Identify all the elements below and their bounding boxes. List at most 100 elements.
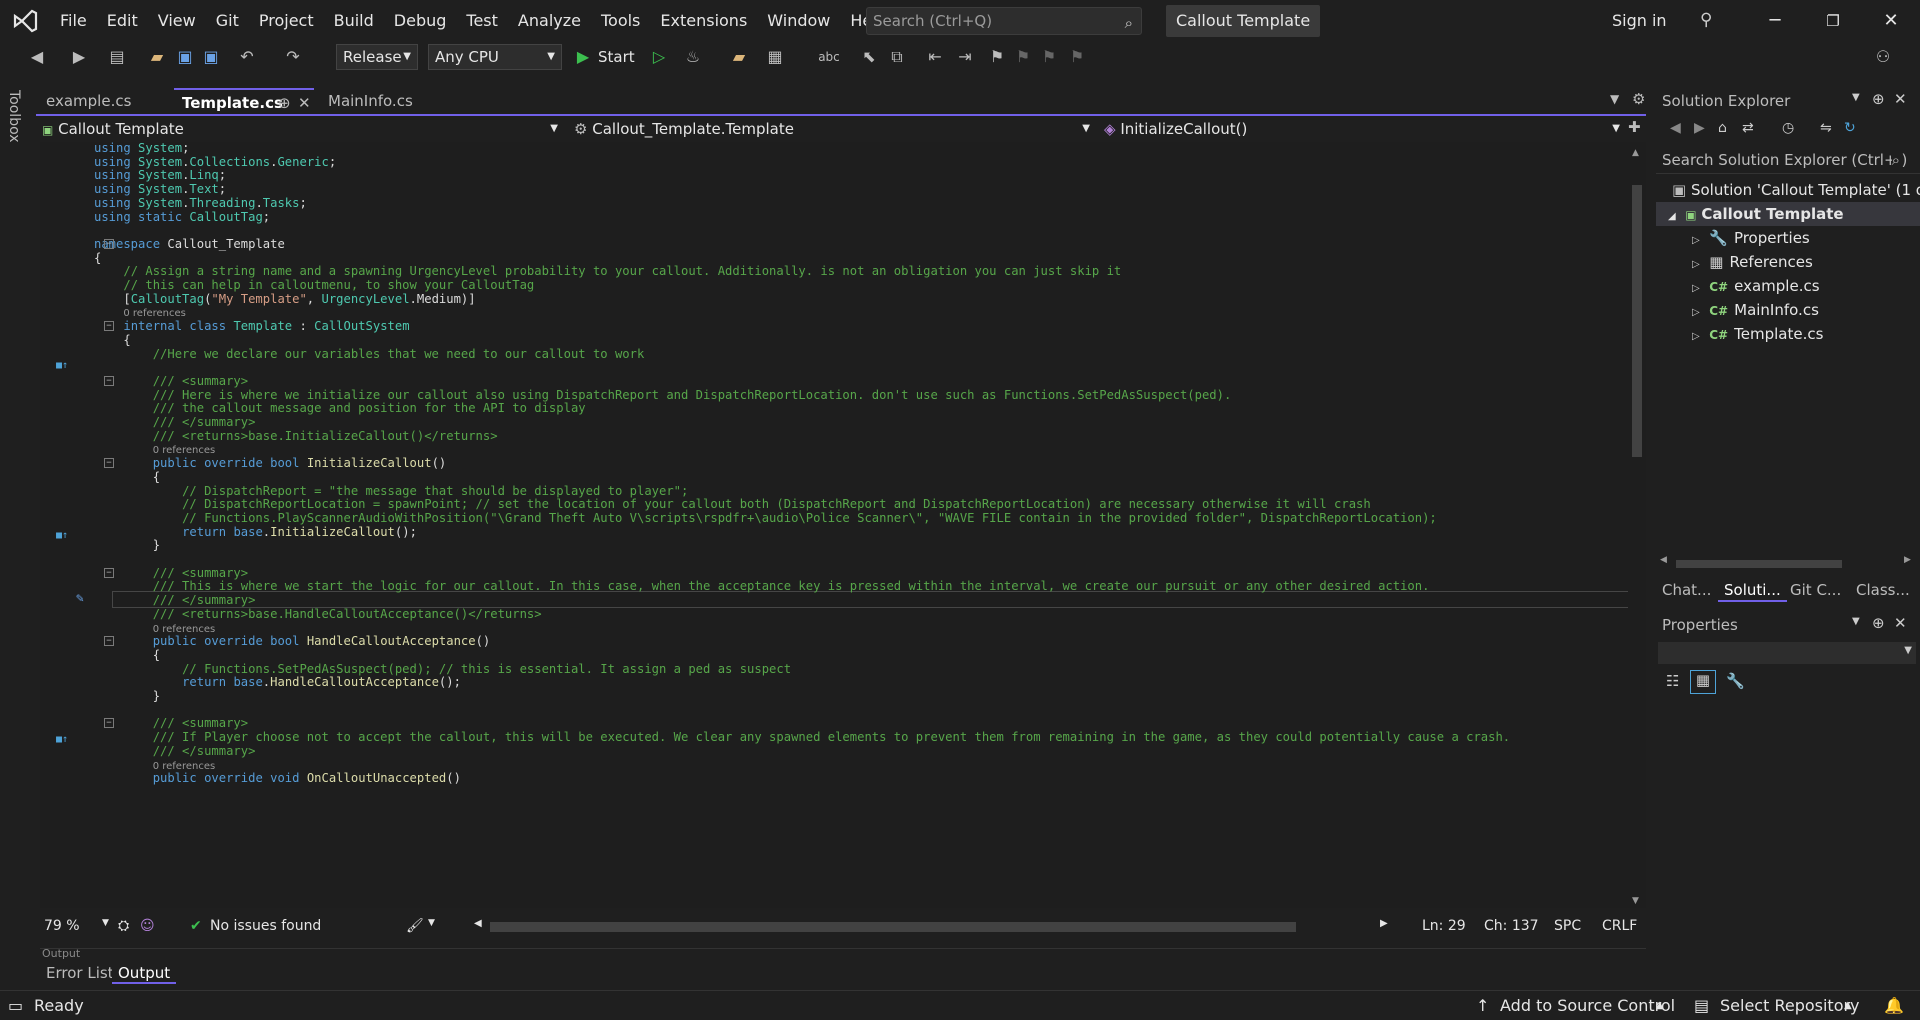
pin-icon[interactable]: ⊕	[1872, 614, 1885, 632]
live-share-icon[interactable]: ⚇	[1872, 46, 1894, 68]
implementation-marker-icon[interactable]: ■↑	[56, 734, 68, 745]
bookmark-icon[interactable]: ⚑	[986, 46, 1008, 68]
undo-icon[interactable]: ↶	[236, 46, 258, 68]
collapse-region-icon[interactable]: −	[104, 458, 114, 469]
solution-item-example-cs[interactable]: ▷ C# example.cs	[1692, 274, 1820, 298]
configuration-combo[interactable]: Release ▼	[336, 44, 418, 70]
code-cleanup-icon[interactable]: ⛭	[118, 918, 129, 934]
solution-item-maininfo-cs[interactable]: ▷ C# MainInfo.cs	[1692, 298, 1819, 322]
tab-output[interactable]: Output	[112, 962, 177, 984]
redo-icon[interactable]: ↷	[282, 46, 304, 68]
restore-button[interactable]: ❐	[1810, 0, 1856, 42]
chevron-down-icon[interactable]: ▼	[102, 918, 109, 928]
object-selector[interactable]: ▼	[1658, 642, 1916, 664]
forward-icon[interactable]: ▶	[1694, 120, 1705, 136]
refresh-icon[interactable]: ↻	[1844, 120, 1856, 136]
close-panel-icon[interactable]: ✕	[1894, 614, 1907, 632]
member-dropdown[interactable]: ◈ InitializeCallout() ▼	[1104, 117, 1624, 141]
solution-item-properties[interactable]: ▷ 🔧 Properties	[1692, 226, 1810, 250]
se-horizontal-scrollbar[interactable]: ◀ ▶	[1660, 555, 1916, 570]
back-icon[interactable]: ◀	[1670, 120, 1681, 136]
next-bookmark-icon[interactable]: ⚑	[1038, 46, 1060, 68]
toolbox-strip[interactable]: Toolbox	[0, 86, 30, 986]
menu-project[interactable]: Project	[249, 0, 324, 42]
layout-icon[interactable]: ▦	[764, 46, 786, 68]
collapse-region-icon[interactable]: −	[104, 636, 114, 647]
code-editor[interactable]: using System; using System.Collections.Ge…	[40, 142, 1628, 908]
panel-tab-0[interactable]: Chat...	[1656, 578, 1717, 602]
spell-check-icon[interactable]: abc	[818, 46, 840, 68]
menu-edit[interactable]: Edit	[97, 0, 148, 42]
menu-tools[interactable]: Tools	[591, 0, 650, 42]
hot-reload-icon[interactable]: ♨	[682, 46, 704, 68]
expanded-arrow-icon[interactable]: ◢	[1668, 211, 1676, 222]
new-project-icon[interactable]: ▤	[106, 46, 128, 68]
tab-list-dropdown-icon[interactable]: ▼	[1610, 92, 1619, 106]
solution-node[interactable]: ▣ Solution 'Callout Template' (1 of 1 pr…	[1672, 178, 1920, 202]
open-folder-icon[interactable]: ▰	[146, 46, 168, 68]
chevron-up-icon[interactable]: ▲	[1844, 1000, 1852, 1011]
type-dropdown[interactable]: ⚙ Callout_Template.Template ▼	[574, 117, 1094, 141]
scroll-down-icon[interactable]: ▼	[1632, 896, 1639, 906]
collapsed-arrow-icon[interactable]: ▷	[1692, 331, 1700, 342]
split-editor-icon[interactable]: ✚	[1628, 118, 1641, 136]
horizontal-scrollbar-thumb[interactable]	[490, 922, 1296, 932]
implementation-marker-icon[interactable]: ■↑	[56, 360, 68, 371]
start-play-icon[interactable]: ▶	[572, 46, 594, 68]
menu-debug[interactable]: Debug	[384, 0, 457, 42]
sync-icon[interactable]: ⇋	[1820, 120, 1832, 136]
menu-extensions[interactable]: Extensions	[650, 0, 757, 42]
collapse-region-icon[interactable]: −	[104, 238, 114, 249]
solution-item-template-cs[interactable]: ▷ C# Template.cs	[1692, 322, 1823, 346]
tab-example-cs[interactable]: example.cs	[38, 88, 139, 114]
scroll-right-icon[interactable]: ▶	[1380, 918, 1388, 929]
brush-icon[interactable]: 🖌	[406, 918, 424, 934]
tab-maininfo-cs[interactable]: MainInfo.cs	[320, 88, 421, 114]
chevron-down-icon[interactable]: ▼	[1852, 92, 1860, 103]
settings-icon[interactable]: ⚙	[1632, 90, 1645, 108]
menu-file[interactable]: File	[50, 0, 97, 42]
collapse-region-icon[interactable]: −	[104, 567, 114, 578]
menu-window[interactable]: Window	[757, 0, 840, 42]
zoom-level[interactable]: 79 %	[44, 918, 80, 934]
previous-bookmark-icon[interactable]: ⚑	[1012, 46, 1034, 68]
navigate-back-icon[interactable]: ◀	[26, 46, 48, 68]
scroll-up-icon[interactable]: ▲	[1632, 148, 1639, 158]
scroll-left-icon[interactable]: ◀	[474, 918, 482, 929]
pin-icon[interactable]: ⊕	[278, 90, 291, 116]
chevron-up-icon[interactable]: ▲	[1656, 1000, 1664, 1011]
pin-icon[interactable]: ⊕	[1872, 90, 1885, 108]
navigate-forward-icon[interactable]: ▶	[68, 46, 90, 68]
add-to-source-control-button[interactable]: Add to Source Control	[1500, 996, 1675, 1015]
copilot-icon[interactable]: ☺	[140, 918, 155, 934]
line-ending[interactable]: CRLF	[1602, 918, 1637, 934]
issues-status[interactable]: No issues found	[210, 918, 321, 934]
menu-view[interactable]: View	[148, 0, 206, 42]
project-node[interactable]: ◢ ▣ Callout Template	[1656, 202, 1920, 226]
menu-test[interactable]: Test	[456, 0, 508, 42]
quick-actions-brush-icon[interactable]: ✎	[76, 591, 84, 606]
chevron-down-icon[interactable]: ▼	[1852, 616, 1860, 627]
sign-in-link[interactable]: Sign in	[1612, 0, 1667, 42]
column-number[interactable]: Ch: 137	[1484, 918, 1539, 934]
solution-search-input[interactable]: Search Solution Explorer (Ctrl+;) ⌕	[1656, 148, 1920, 174]
save-icon[interactable]: ▣	[174, 46, 196, 68]
panel-tab-2[interactable]: Git C...	[1784, 578, 1847, 602]
collapsed-arrow-icon[interactable]: ▷	[1692, 283, 1700, 294]
close-panel-icon[interactable]: ✕	[1894, 90, 1907, 108]
toggle-xaml-icon[interactable]: ⧉	[886, 46, 908, 68]
close-tab-icon[interactable]: ✕	[298, 90, 311, 116]
panel-tab-3[interactable]: Class...	[1850, 578, 1916, 602]
open-in-explorer-icon[interactable]: ▰	[728, 46, 750, 68]
line-number[interactable]: Ln: 29	[1422, 918, 1466, 934]
history-icon[interactable]: ◷	[1782, 120, 1794, 136]
close-window-button[interactable]: ✕	[1868, 0, 1914, 42]
search-input[interactable]: Search (Ctrl+Q) ⌕	[866, 7, 1142, 35]
wrench-icon[interactable]: 🔧	[1726, 672, 1745, 690]
home-icon[interactable]: ⌂	[1718, 120, 1727, 136]
implementation-marker-icon[interactable]: ■↑	[56, 530, 68, 541]
collapse-region-icon[interactable]: −	[104, 375, 114, 386]
save-all-icon[interactable]: ▣	[200, 46, 222, 68]
tab-error-list[interactable]: Error List	[40, 962, 120, 984]
vertical-scrollbar-thumb[interactable]	[1632, 185, 1642, 457]
